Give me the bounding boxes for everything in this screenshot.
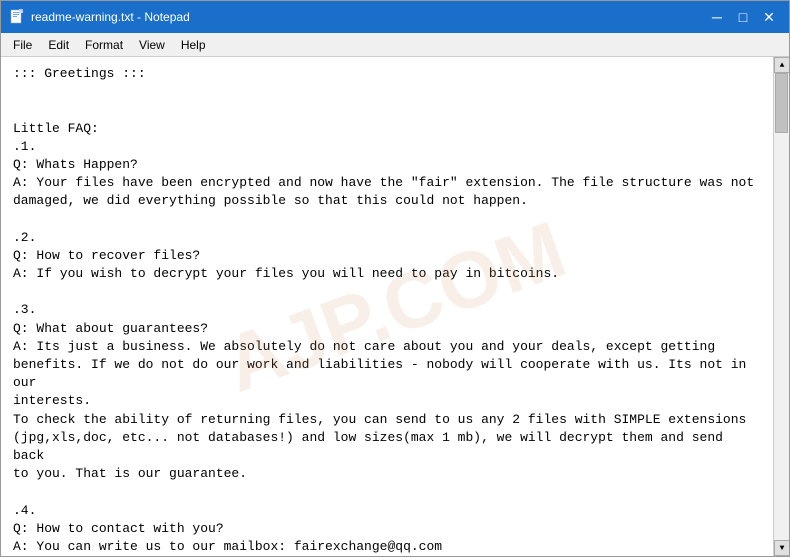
menu-file[interactable]: File	[5, 36, 40, 54]
menu-edit[interactable]: Edit	[40, 36, 77, 54]
content-area: ::: Greetings ::: Little FAQ: .1. Q: Wha…	[1, 57, 789, 556]
scrollbar-thumb[interactable]	[775, 73, 788, 133]
text-editor[interactable]: ::: Greetings ::: Little FAQ: .1. Q: Wha…	[1, 57, 773, 556]
menu-format[interactable]: Format	[77, 36, 131, 54]
title-bar-controls: ─ □ ✕	[705, 7, 781, 27]
title-bar-left: readme-warning.txt - Notepad	[9, 9, 190, 25]
scrollbar[interactable]: ▲ ▼	[773, 57, 789, 556]
notepad-window: readme-warning.txt - Notepad ─ □ ✕ File …	[0, 0, 790, 557]
menu-bar: File Edit Format View Help	[1, 33, 789, 57]
scrollbar-up-button[interactable]: ▲	[774, 57, 789, 73]
maximize-button[interactable]: □	[731, 7, 755, 27]
scrollbar-down-button[interactable]: ▼	[774, 540, 789, 556]
close-button[interactable]: ✕	[757, 7, 781, 27]
window-title: readme-warning.txt - Notepad	[31, 10, 190, 24]
notepad-icon	[9, 9, 25, 25]
title-bar: readme-warning.txt - Notepad ─ □ ✕	[1, 1, 789, 33]
minimize-button[interactable]: ─	[705, 7, 729, 27]
menu-view[interactable]: View	[131, 36, 173, 54]
menu-help[interactable]: Help	[173, 36, 214, 54]
scrollbar-track[interactable]	[774, 73, 789, 540]
